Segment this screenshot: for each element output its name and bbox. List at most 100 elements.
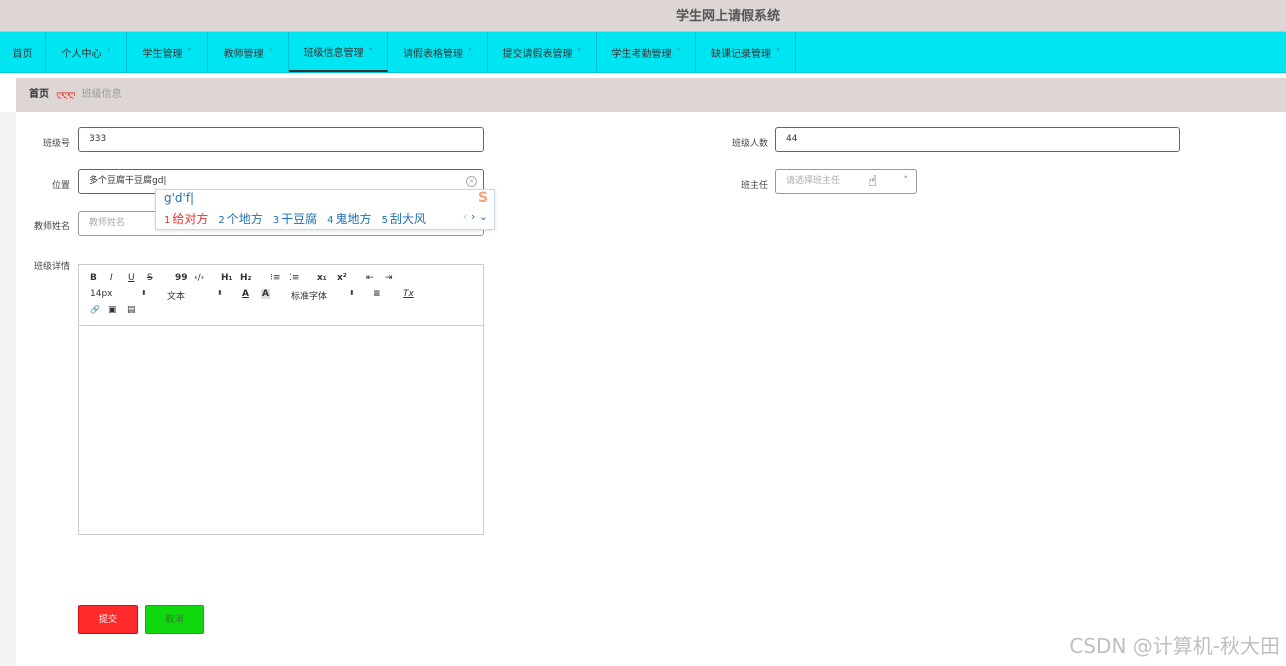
ime-candidate-number: 2 (218, 215, 225, 226)
ordered-list-icon[interactable]: ⁝≡ (270, 273, 280, 283)
app-title: 学生网上请假系统 (675, 9, 780, 24)
quote-icon[interactable]: 99 (175, 273, 188, 283)
superscript-icon[interactable]: x² (337, 273, 347, 283)
breadcrumb-home[interactable]: 首页 (29, 89, 49, 100)
ime-candidates: 1 给对方 2 个地方 3 干豆腐 4 鬼地方 5 刮大风 (164, 210, 436, 227)
ime-prev-icon[interactable]: ‹ (463, 210, 467, 223)
ime-expand-icon[interactable]: ⌄ (479, 210, 488, 223)
subscript-icon[interactable]: x₁ (317, 273, 327, 283)
clear-icon[interactable]: × (466, 176, 477, 187)
nav-item-home[interactable]: 首页 (0, 32, 46, 72)
breadcrumb: 首页 ღღღ 班级信息 (16, 78, 1286, 112)
outdent-icon[interactable]: ⇤ (366, 273, 374, 283)
align-icon[interactable]: ≡ (373, 289, 381, 299)
nav-item-leave-form-mgmt[interactable]: 请假表格管理 ˅ (388, 32, 488, 72)
clean-format-icon[interactable]: Tx (403, 289, 414, 299)
h1-icon[interactable]: H₁ (221, 273, 232, 283)
font-family-select[interactable]: 标准字体 (291, 289, 327, 302)
ime-candidate[interactable]: 2 个地方 (218, 210, 262, 227)
app-title-bar: 学生网上请假系统 (0, 0, 1286, 32)
chevron-down-icon: ˅ (368, 46, 373, 56)
h2-icon[interactable]: H₂ (240, 273, 251, 283)
text-color-icon[interactable]: A (242, 289, 249, 299)
ime-candidate[interactable]: 1 给对方 (164, 210, 208, 227)
editor-toolbar: B I U S 99 ‹/› H₁ H₂ ⁝≡ ⁚≡ x₁ x² ⇤ ⇥ 14p… (79, 265, 483, 326)
head-teacher-label: 班主任 (740, 181, 768, 191)
class-size-input[interactable]: 44 (775, 127, 1180, 152)
watermark: CSDN @计算机-秋大田 (1069, 634, 1280, 658)
chevron-down-icon: ˅ (187, 47, 192, 57)
location-label: 位置 (51, 181, 70, 191)
nav-item-label: 请假表格管理 (403, 48, 463, 60)
breadcrumb-current: 班级信息 (81, 89, 122, 100)
nav-item-attendance-mgmt[interactable]: 学生考勤管理 ˅ (597, 32, 696, 72)
teacher-name-label: 教师姓名 (33, 222, 70, 232)
nav-item-student-mgmt[interactable]: 学生管理 ˅ (127, 32, 208, 72)
ime-candidate-text: 刮大风 (389, 212, 426, 226)
ime-next-icon[interactable]: › (471, 210, 475, 223)
hand-cursor-icon: ☝ (868, 172, 878, 190)
ime-candidate-text: 干豆腐 (281, 212, 318, 226)
strike-icon[interactable]: S (147, 273, 153, 283)
ime-candidate-number: 4 (327, 215, 334, 226)
italic-icon[interactable]: I (110, 273, 113, 283)
video-icon[interactable]: ▤ (127, 305, 136, 315)
underline-icon[interactable]: U (128, 273, 135, 283)
class-size-label: 班级人数 (731, 139, 768, 149)
ime-logo-icon: S (478, 190, 489, 206)
code-icon[interactable]: ‹/› (194, 273, 204, 283)
top-nav: 首页 个人中心 ˅ 学生管理 ˅ 教师管理 ˅ 班级信息管理 ˅ 请假表格管理 … (0, 32, 1286, 73)
background-color-icon[interactable]: A (261, 289, 270, 299)
bullet-list-icon[interactable]: ⁚≡ (289, 273, 299, 283)
nav-item-label: 班级信息管理 (303, 47, 364, 59)
nav-item-absence-record-mgmt[interactable]: 缺课记录管理 ˅ (696, 32, 796, 72)
chevron-down-icon: ˅ (577, 47, 582, 57)
nav-item-label: 学生考勤管理 (611, 48, 672, 60)
chevron-down-icon: ˅ (903, 176, 909, 186)
bold-icon[interactable]: B (90, 273, 97, 283)
nav-item-class-info-mgmt[interactable]: 班级信息管理 ˅ (289, 32, 388, 72)
rich-text-editor: B I U S 99 ‹/› H₁ H₂ ⁝≡ ⁚≡ x₁ x² ⇤ ⇥ 14p… (78, 264, 484, 535)
nav-item-label: 首页 (12, 48, 33, 60)
ime-candidate-text: 给对方 (172, 212, 209, 226)
chevron-down-icon: ˅ (468, 47, 472, 57)
chevron-down-icon: ˅ (676, 47, 681, 57)
left-gutter (0, 112, 16, 666)
class-no-label: 班级号 (42, 139, 70, 149)
chevron-down-icon: ˅ (776, 47, 780, 57)
nav-item-label: 个人中心 (61, 48, 102, 60)
ime-candidate-number: 1 (164, 215, 171, 226)
head-teacher-select[interactable]: 请选择班主任 ˅ (775, 169, 917, 194)
editor-body[interactable] (79, 326, 483, 534)
select-arrow-icon: ⬍ (217, 289, 223, 297)
breadcrumb-separator-icon: ღღღ (56, 90, 75, 100)
select-arrow-icon: ⬍ (349, 289, 355, 297)
ime-candidate-number: 3 (272, 215, 280, 226)
nav-item-teacher-mgmt[interactable]: 教师管理 ˅ (208, 32, 289, 72)
ime-candidate-text: 鬼地方 (335, 212, 372, 226)
class-no-input[interactable]: 333 (78, 127, 484, 152)
chevron-down-icon: ˅ (106, 47, 111, 57)
nav-item-label: 提交请假表管理 (502, 48, 573, 60)
nav-item-label: 教师管理 (223, 48, 264, 60)
indent-icon[interactable]: ⇥ (385, 273, 393, 283)
chevron-down-icon: ˅ (268, 47, 273, 57)
cancel-button[interactable]: 取消 (145, 605, 204, 634)
ime-composition: g'd'f| (164, 191, 195, 205)
head-teacher-placeholder: 请选择班主任 (786, 176, 841, 186)
nav-item-submit-leave-mgmt[interactable]: 提交请假表管理 ˅ (488, 32, 597, 72)
submit-button[interactable]: 提交 (78, 605, 138, 634)
header-select[interactable]: 文本 (167, 289, 185, 302)
select-arrow-icon: ⬍ (141, 289, 147, 297)
ime-candidate[interactable]: 5 刮大风 (382, 210, 426, 227)
class-detail-label: 班级详情 (33, 262, 70, 272)
ime-candidate[interactable]: 4 鬼地方 (327, 210, 371, 227)
ime-pager: ‹ › ⌄ (463, 210, 488, 223)
font-size-select[interactable]: 14px (90, 289, 113, 299)
location-input-value: 多个豆腐干豆腐gd| (89, 176, 167, 186)
nav-item-label: 学生管理 (142, 48, 183, 60)
nav-item-personal-center[interactable]: 个人中心 ˅ (46, 32, 127, 72)
ime-candidate[interactable]: 3 干豆腐 (273, 210, 317, 227)
link-icon[interactable]: 🔗 (90, 305, 100, 314)
image-icon[interactable]: ▣ (108, 305, 117, 315)
